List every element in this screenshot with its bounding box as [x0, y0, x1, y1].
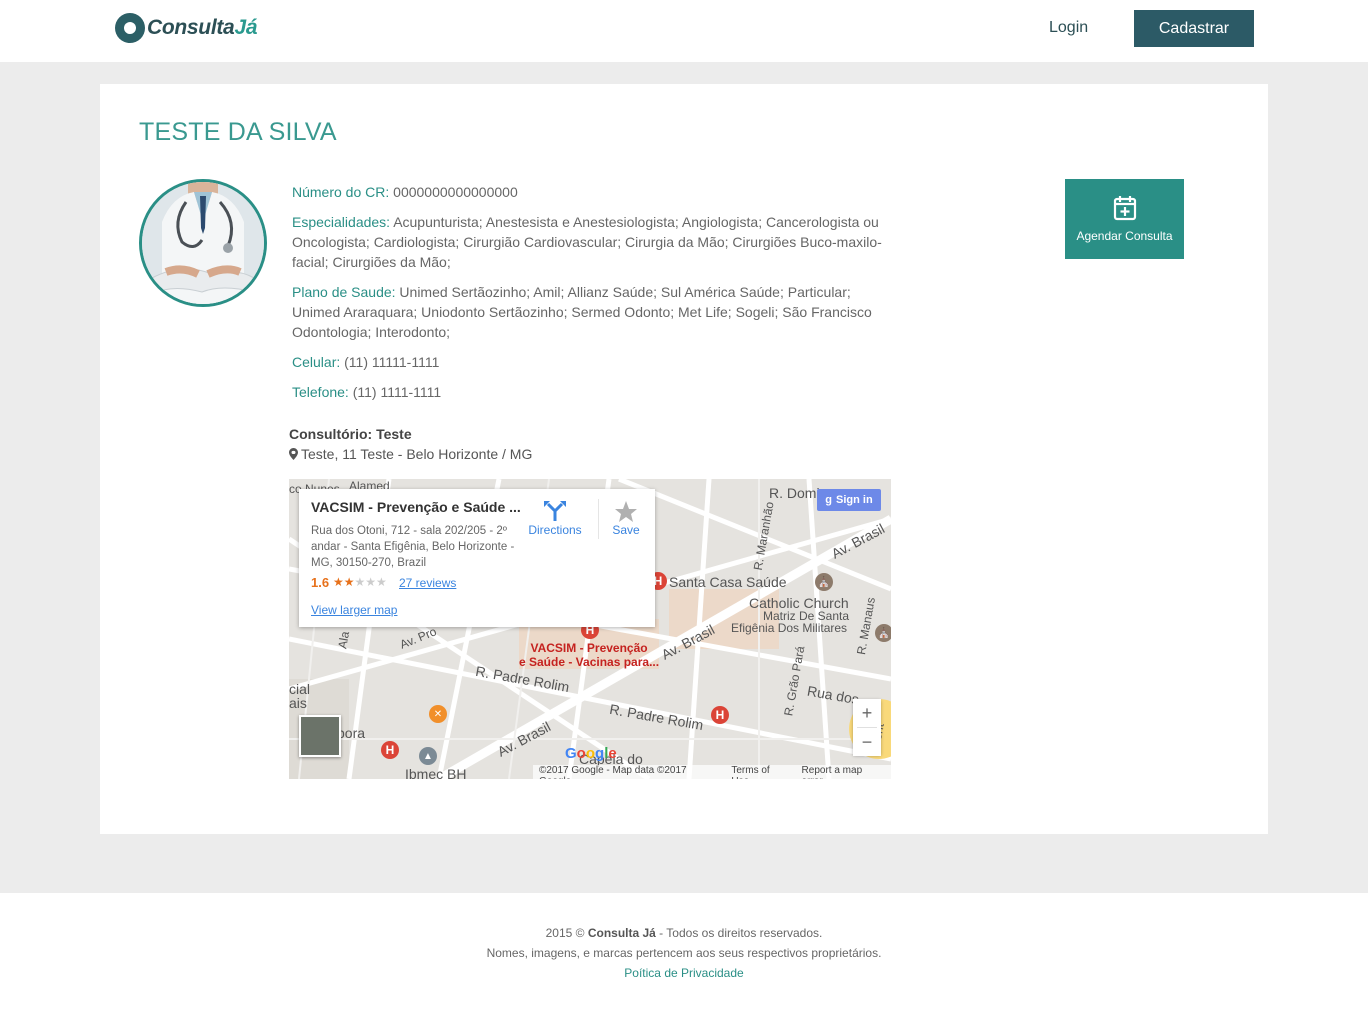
map-label: R. Domi: [769, 485, 820, 501]
report-map-error-link[interactable]: Report a map error: [802, 765, 885, 779]
map-copyright: ©2017 Google - Map data ©2017 Google: [539, 765, 687, 779]
calendar-plus-icon: [1113, 196, 1136, 221]
trademark-text: Nomes, imagens, e marcas pertencem aos s…: [486, 946, 882, 960]
hospital-marker-icon[interactable]: H: [711, 706, 729, 724]
telephone: Telefone: (11) 1111-1111: [292, 384, 442, 400]
schedule-appointment-button[interactable]: Agendar Consulta: [1065, 179, 1184, 259]
zoom-control: + −: [853, 699, 881, 756]
signup-button[interactable]: Cadastrar: [1134, 10, 1254, 47]
terms-of-use-link[interactable]: Terms of Use: [731, 765, 789, 779]
health-plans: Plano de Saude: Unimed Sertãozinho; Amil…: [292, 284, 872, 340]
privacy-policy-link[interactable]: Poítica de Privacidade: [624, 966, 743, 980]
place-rating: 1.6: [311, 575, 330, 590]
school-marker-icon[interactable]: ▲: [419, 747, 437, 765]
save-place-button[interactable]: Save: [596, 499, 656, 537]
map-label: Ibmec BH: [405, 766, 467, 779]
schedule-button-label: Agendar Consulta: [1076, 229, 1173, 243]
map-label: ais: [289, 695, 307, 711]
map-label: pora: [337, 725, 366, 741]
mobile-phone: Celular: (11) 11111-1111: [292, 354, 440, 370]
login-link[interactable]: Login: [1049, 19, 1088, 37]
google-logo: Google: [565, 745, 617, 762]
place-info-popup: VACSIM - Prevenção e Saúde ... Rua dos O…: [299, 489, 655, 627]
doctor-profile-card: TESTE DA SILVA Número do CR: 00000000000…: [100, 84, 1268, 834]
restaurant-marker-icon[interactable]: ✕: [429, 705, 447, 723]
star-icon: [615, 501, 637, 522]
doctor-avatar: [139, 179, 267, 307]
google-map-embed[interactable]: Alamed co Nunes R. Domi Av. Brasil R. Ma…: [289, 479, 891, 779]
satellite-view-toggle[interactable]: [299, 715, 341, 757]
zoom-in-button[interactable]: +: [853, 699, 881, 727]
directions-button[interactable]: Directions: [525, 499, 585, 537]
reviews-link[interactable]: 27 reviews: [399, 576, 456, 590]
map-label: Efigênia Dos Militares: [731, 621, 848, 635]
doctor-info: Número do CR: 0000000000000000 Especiali…: [292, 182, 892, 412]
view-larger-map-link[interactable]: View larger map: [311, 603, 397, 617]
map-label: Ala: [335, 630, 353, 650]
zoom-out-button[interactable]: −: [853, 728, 881, 756]
google-plus-icon: g: [825, 494, 833, 506]
church-marker-icon[interactable]: ⛪: [875, 624, 891, 642]
church-marker-icon[interactable]: ⛪: [815, 573, 833, 591]
directions-icon: [544, 501, 566, 521]
site-footer: 2015 © Consulta Já - Todos os direitos r…: [0, 893, 1368, 1013]
specialties: Especialidades: Acupunturista; Anestesis…: [292, 214, 882, 270]
consulta-ja-logo[interactable]: ConsultaJá: [115, 13, 258, 43]
doctor-photo-illustration: [142, 182, 264, 304]
logo-mark-icon: [115, 13, 145, 43]
place-address: Rua dos Otoni, 712 - sala 202/205 - 2º a…: [311, 525, 515, 569]
cr-number: Número do CR: 0000000000000000: [292, 184, 518, 200]
vacsim-map-label[interactable]: VACSIM - Prevenção e Saúde - Vacinas par…: [519, 641, 659, 669]
rating-stars-icon: ★★★★★: [333, 575, 387, 589]
hospital-marker-icon[interactable]: H: [381, 741, 399, 759]
copyright-text: 2015 © Consulta Já - Todos os direitos r…: [545, 926, 823, 940]
map-marker-icon: [289, 448, 298, 460]
top-navbar: ConsultaJá Login Cadastrar: [0, 0, 1368, 62]
map-label: Santa Casa Saúde: [669, 574, 787, 590]
logo-text: ConsultaJá: [147, 16, 258, 39]
doctor-name: TESTE DA SILVA: [139, 118, 337, 146]
place-title: VACSIM - Prevenção e Saúde ...: [311, 499, 521, 515]
office-info: Consultório: Teste Teste, 11 Teste - Bel…: [289, 424, 532, 464]
office-title: Consultório: Teste: [289, 426, 412, 442]
map-attribution: ©2017 Google - Map data ©2017 Google Ter…: [533, 765, 891, 779]
google-signin-button[interactable]: g Sign in: [817, 489, 881, 511]
office-address: Teste, 11 Teste - Belo Horizonte / MG: [289, 444, 532, 464]
